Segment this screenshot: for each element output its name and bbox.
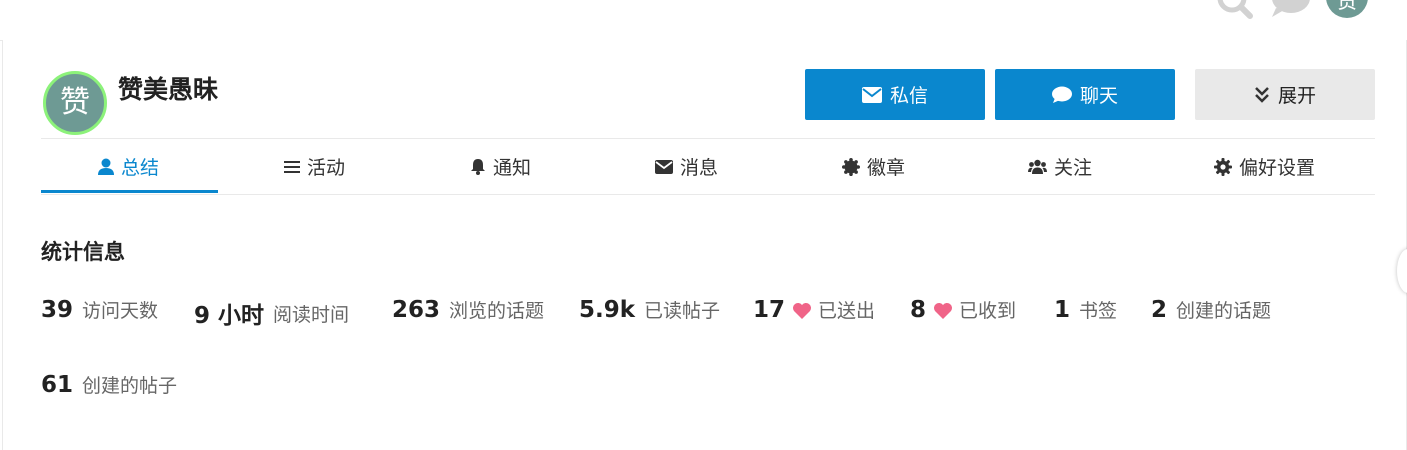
user-icon (98, 158, 114, 175)
expand-label: 展开 (1277, 85, 1316, 107)
tab-messages-label: 消息 (680, 157, 719, 179)
stat-value: 1 (1054, 296, 1071, 323)
chat-bubble-icon[interactable] (1270, 0, 1312, 20)
stat-label: 已收到 (959, 300, 1017, 322)
tab-activity[interactable]: 活动 (284, 141, 345, 192)
gear-icon (1214, 157, 1232, 176)
stat-value: 8 (910, 296, 927, 323)
heart-icon (933, 302, 953, 320)
site-header: 赞 (0, 0, 1407, 41)
tab-summary[interactable]: 总结 (98, 141, 159, 192)
chat-label: 聊天 (1079, 85, 1118, 107)
stat-item: 39 访问天数 (41, 296, 158, 323)
stat-label: 书签 (1079, 300, 1118, 322)
search-icon[interactable] (1216, 0, 1256, 20)
chat-bubble-icon (1051, 86, 1072, 104)
tab-badges-label: 徽章 (867, 157, 906, 179)
tab-following[interactable]: 关注 (1028, 141, 1092, 192)
stat-item: 17 已送出 (753, 296, 875, 323)
avatar-letter: 赞 (60, 85, 90, 120)
tab-messages[interactable]: 消息 (655, 141, 718, 192)
stat-item: 1 书签 (1054, 296, 1117, 323)
stat-label: 访问天数 (82, 300, 159, 322)
profile-nav: 总结 活动 通知 消息 徽章 关注 偏好设置 (41, 141, 1375, 195)
tab-badges[interactable]: 徽章 (842, 141, 905, 192)
stat-item: 9 小时 阅读时间 (194, 296, 349, 330)
bell-icon (470, 158, 486, 175)
stat-value: 9 小时 (194, 303, 265, 329)
envelope-icon (861, 86, 882, 103)
tab-notifications-label: 通知 (493, 157, 532, 179)
list-icon (284, 160, 300, 174)
stat-value: 39 (41, 296, 74, 323)
stat-item: 2 创建的话题 (1151, 296, 1271, 323)
stat-item: 263 浏览的话题 (392, 296, 544, 323)
tab-activity-label: 活动 (307, 157, 346, 179)
private-message-label: 私信 (889, 85, 928, 107)
expand-button[interactable]: 展开 (1195, 69, 1375, 120)
badge-icon (842, 157, 860, 176)
users-icon (1028, 159, 1047, 174)
stat-item: 8 已收到 (910, 296, 1016, 323)
stat-value: 17 (753, 296, 786, 323)
stat-label: 浏览的话题 (449, 300, 545, 322)
double-chevron-down-icon (1254, 86, 1270, 104)
tab-summary-label: 总结 (121, 157, 160, 179)
stat-value: 263 (392, 296, 441, 323)
stat-item: 61 创建的帖子 (41, 371, 177, 398)
envelope-icon (655, 159, 673, 174)
tab-preferences[interactable]: 偏好设置 (1214, 141, 1315, 192)
stat-label: 创建的帖子 (82, 375, 178, 397)
stat-value: 2 (1151, 296, 1168, 323)
active-tab-indicator (41, 190, 218, 193)
header-divider (41, 138, 1375, 139)
tab-following-label: 关注 (1054, 157, 1093, 179)
stats-title: 统计信息 (41, 240, 125, 264)
stat-label: 已送出 (818, 300, 876, 322)
avatar[interactable]: 赞 (43, 71, 107, 135)
header-avatar-letter: 赞 (1336, 0, 1358, 13)
stat-label: 已读帖子 (644, 300, 721, 322)
stat-value: 5.9k (579, 296, 636, 323)
username: 赞美愚昧 (118, 75, 219, 104)
stat-label: 创建的话题 (1176, 300, 1272, 322)
tab-notifications[interactable]: 通知 (470, 141, 531, 192)
chat-button[interactable]: 聊天 (995, 69, 1175, 120)
tab-preferences-label: 偏好设置 (1239, 157, 1316, 179)
header-avatar[interactable]: 赞 (1326, 0, 1368, 18)
stat-item: 5.9k 已读帖子 (579, 296, 720, 323)
private-message-button[interactable]: 私信 (805, 69, 985, 120)
stat-label: 阅读时间 (273, 303, 350, 326)
heart-icon (792, 302, 812, 320)
stat-value: 61 (41, 371, 74, 398)
